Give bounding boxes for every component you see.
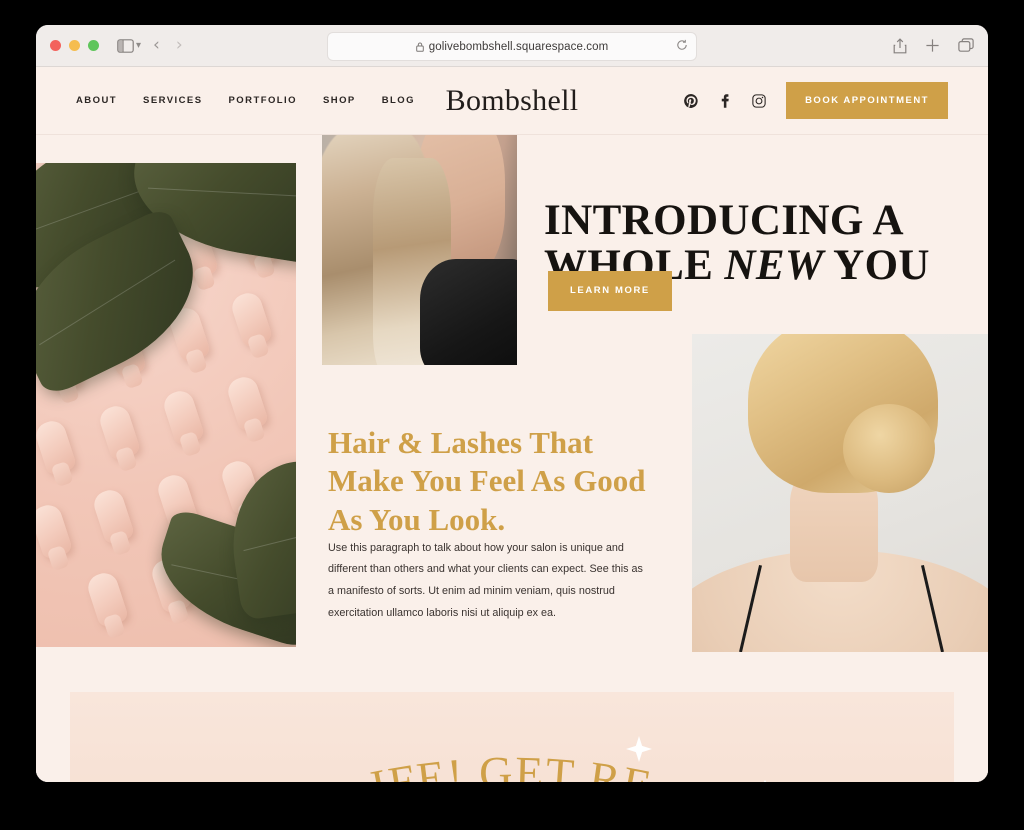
pinterest-icon[interactable] xyxy=(684,93,698,108)
curved-promo-text: IFE! GET RE xyxy=(367,747,657,782)
back-chevron-icon[interactable]: ‹ xyxy=(153,37,160,54)
section-subheading: Hair & Lashes That Make You Feel As Good… xyxy=(328,424,646,538)
tab-overview-icon[interactable] xyxy=(958,38,974,53)
hero-model-image xyxy=(322,135,517,365)
sidebar-toggle-icon[interactable] xyxy=(117,38,134,53)
browser-toolbar: ▾ ‹ › golivebombshell.squarespace.com xyxy=(36,25,988,67)
header-actions: BOOK APPOINTMENT xyxy=(684,81,948,120)
page-main-content: INTRODUCING A WHOLE NEW YOU LEARN MORE H… xyxy=(36,135,988,782)
window-traffic-lights xyxy=(50,40,99,51)
forward-chevron-icon[interactable]: › xyxy=(176,37,183,54)
minimize-window-button[interactable] xyxy=(69,40,80,51)
hair-dryer-wall-image xyxy=(36,163,296,647)
toolbar-right-actions xyxy=(893,37,974,54)
promo-band: IFE! GET RE xyxy=(70,692,954,782)
site-header: ABOUT SERVICES PORTFOLIO SHOP BLOG Bombs… xyxy=(36,67,988,135)
section-paragraph: Use this paragraph to talk about how you… xyxy=(328,541,643,619)
headline-line-2-post: YOU xyxy=(823,242,930,290)
updo-hairstyle-image xyxy=(692,334,988,652)
headline-line-1: INTRODUCING A xyxy=(544,196,904,244)
address-bar[interactable]: golivebombshell.squarespace.com xyxy=(327,32,697,61)
updo-bun xyxy=(842,403,935,493)
chevron-down-icon[interactable]: ▾ xyxy=(136,40,141,51)
nav-item-shop[interactable]: SHOP xyxy=(323,95,356,106)
headline-emphasis: NEW xyxy=(724,242,824,290)
address-bar-wrapper: golivebombshell.squarespace.com xyxy=(327,32,697,61)
facebook-icon[interactable] xyxy=(718,93,732,108)
learn-more-button[interactable]: LEARN MORE xyxy=(548,271,672,311)
share-icon[interactable] xyxy=(893,37,907,54)
reload-icon[interactable] xyxy=(676,38,688,56)
maximize-window-button[interactable] xyxy=(88,40,99,51)
sidebar-controls: ▾ xyxy=(117,38,141,53)
browser-nav-buttons: ‹ › xyxy=(153,37,183,54)
close-window-button[interactable] xyxy=(50,40,61,51)
plus-icon[interactable] xyxy=(925,38,940,53)
site-logo[interactable]: Bombshell xyxy=(446,84,579,118)
nav-item-blog[interactable]: BLOG xyxy=(382,95,415,106)
curved-promo-text-label: IFE! GET RE xyxy=(367,747,657,782)
page-viewport: ABOUT SERVICES PORTFOLIO SHOP BLOG Bombs… xyxy=(36,67,988,782)
browser-window: ▾ ‹ › golivebombshell.squarespace.com AB… xyxy=(36,25,988,782)
nav-item-services[interactable]: SERVICES xyxy=(143,95,202,106)
book-appointment-button[interactable]: BOOK APPOINTMENT xyxy=(786,81,948,120)
screenshot-root: ▾ ‹ › golivebombshell.squarespace.com AB… xyxy=(0,0,1024,830)
nav-item-portfolio[interactable]: PORTFOLIO xyxy=(229,95,297,106)
address-bar-url: golivebombshell.squarespace.com xyxy=(428,40,609,53)
nav-item-about[interactable]: ABOUT xyxy=(76,95,117,106)
site-navigation: ABOUT SERVICES PORTFOLIO SHOP BLOG xyxy=(76,95,415,106)
instagram-icon[interactable] xyxy=(752,93,766,108)
lock-icon xyxy=(415,42,424,52)
model-leather-jacket xyxy=(419,259,517,365)
